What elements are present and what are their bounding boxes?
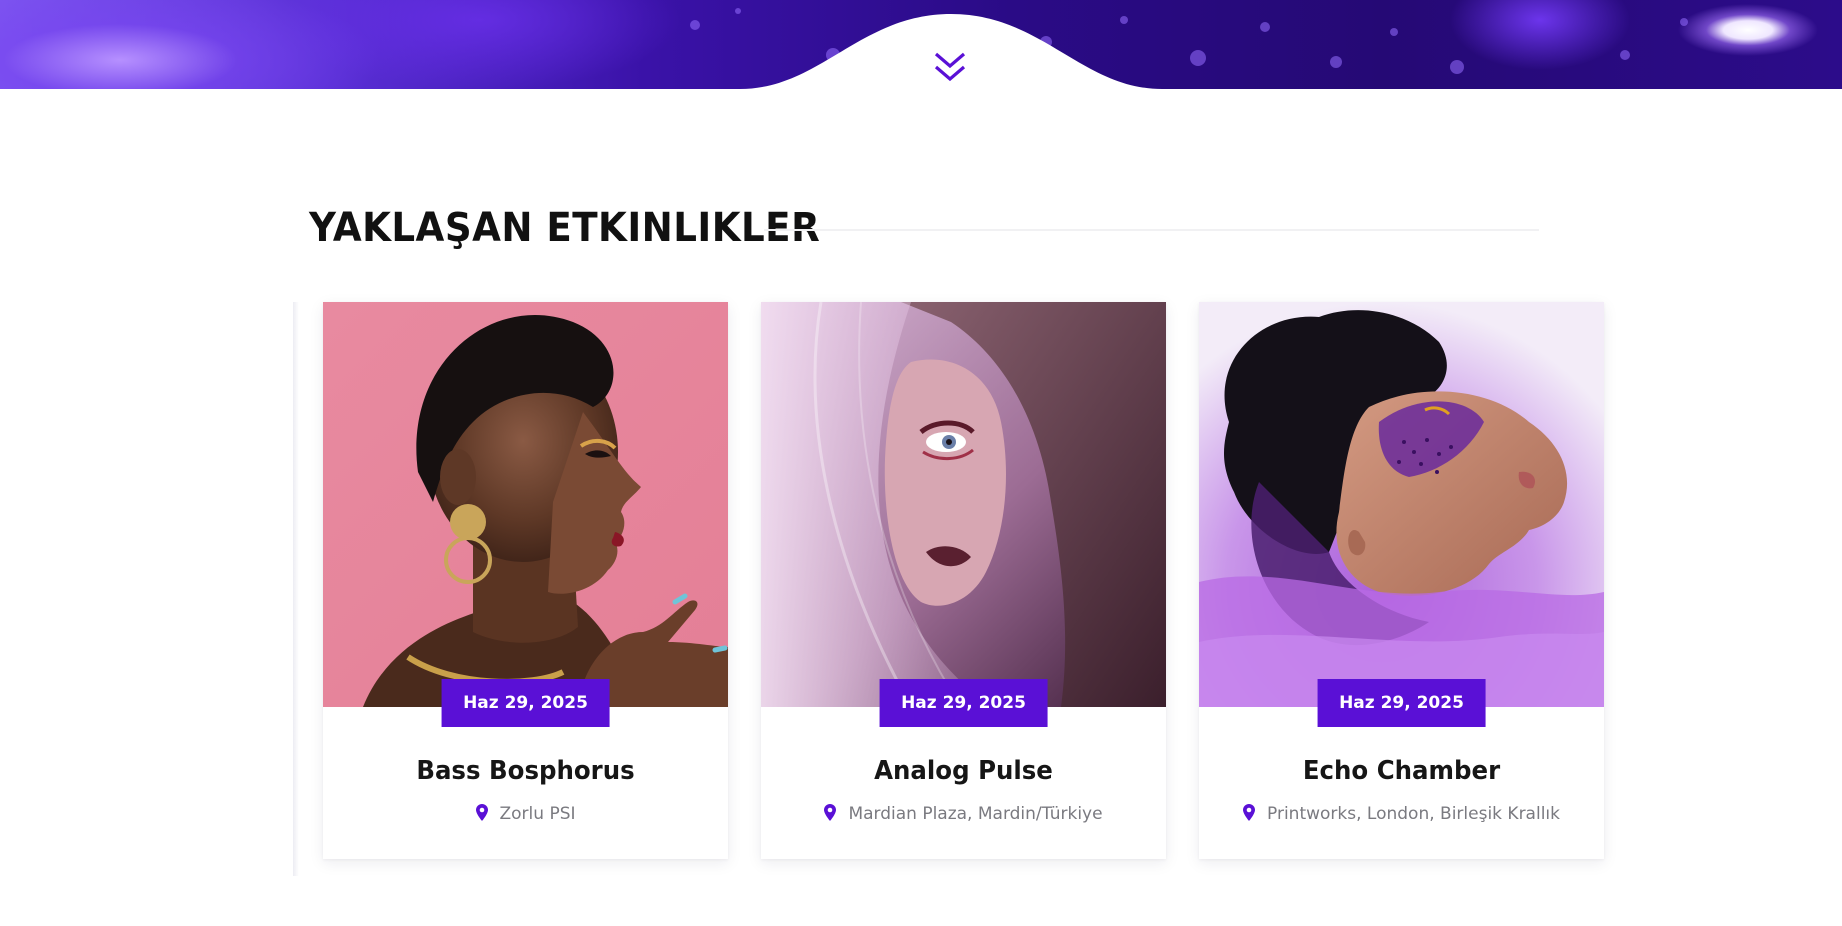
event-location: Mardian Plaza, Mardin/Türkiye — [761, 802, 1166, 826]
title-divider — [764, 229, 1539, 231]
event-title[interactable]: Analog Pulse — [773, 754, 1154, 788]
carousel-edge-shadow — [293, 302, 299, 876]
map-pin-icon — [475, 804, 488, 821]
hero-banner — [0, 0, 1842, 89]
event-image[interactable] — [323, 302, 728, 707]
event-location: Zorlu PSI — [323, 802, 728, 826]
hero-wave-divider — [0, 14, 1842, 89]
event-date-badge: Haz 29, 2025 — [441, 679, 610, 727]
event-location: Printworks, London, Birleşik Krallık — [1199, 802, 1604, 826]
events-carousel: Haz 29, 2025 Bass Bosphorus Zorlu PSI Ha… — [293, 296, 1608, 876]
event-date-badge: Haz 29, 2025 — [879, 679, 1048, 727]
event-title[interactable]: Echo Chamber — [1211, 754, 1592, 788]
section-title: YAKLAŞAN ETKINLIKLER — [309, 205, 821, 251]
map-pin-icon — [824, 804, 837, 821]
event-image[interactable] — [761, 302, 1166, 707]
event-location-text: Printworks, London, Birleşik Krallık — [1267, 804, 1560, 824]
event-card[interactable]: Haz 29, 2025 Bass Bosphorus Zorlu PSI — [323, 302, 728, 859]
event-card[interactable]: Haz 29, 2025 Echo Chamber Printworks, Lo… — [1199, 302, 1604, 859]
map-pin-icon — [1243, 804, 1255, 821]
chevron-double-down-icon[interactable] — [932, 50, 968, 86]
event-date-badge: Haz 29, 2025 — [1317, 679, 1486, 727]
event-title[interactable]: Bass Bosphorus — [335, 754, 716, 788]
event-image[interactable] — [1199, 302, 1604, 707]
event-card[interactable]: Haz 29, 2025 Analog Pulse Mardian Plaza,… — [761, 302, 1166, 859]
event-location-text: Mardian Plaza, Mardin/Türkiye — [848, 804, 1103, 824]
event-location-text: Zorlu PSI — [499, 804, 576, 824]
